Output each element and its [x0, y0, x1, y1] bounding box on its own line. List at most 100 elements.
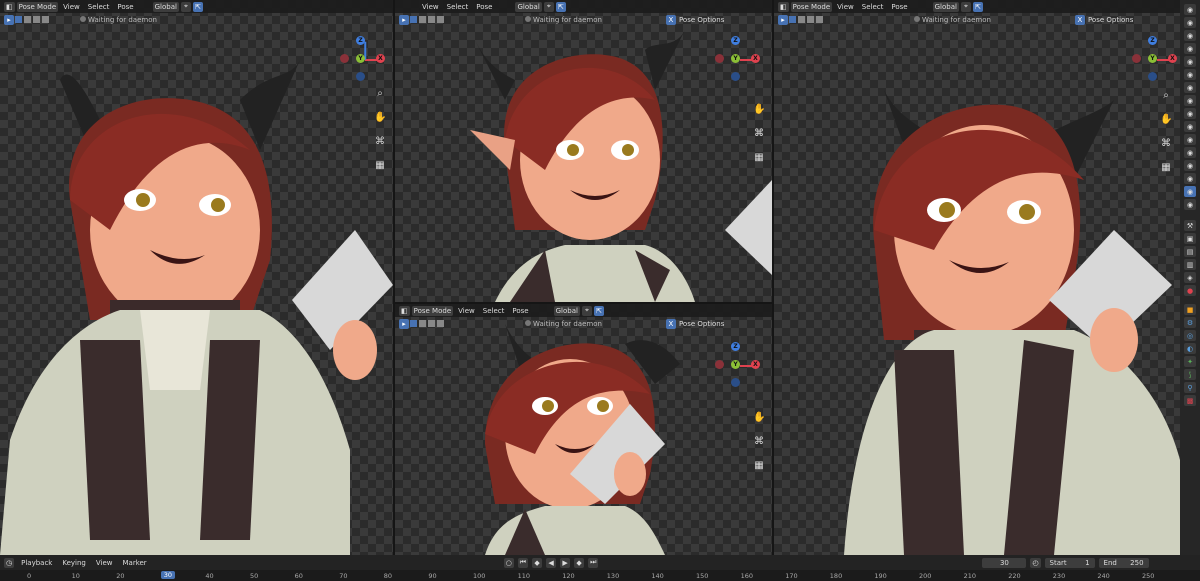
camera-icon[interactable]: ◉: [1184, 134, 1196, 145]
modifier-icon[interactable]: ⚙: [1184, 317, 1196, 328]
frame-ruler[interactable]: 0 10 20 30 40 50 60 70 80 90 100 110 120 130 140 150 160…: [0, 570, 1200, 581]
constraints-icon[interactable]: ✦: [1184, 356, 1196, 367]
select-menu[interactable]: Select: [85, 3, 113, 11]
grid-icon[interactable]: ▦: [753, 152, 765, 164]
snap-icon[interactable]: ⌖: [180, 1, 191, 12]
x-axis-icon[interactable]: X: [1168, 54, 1177, 63]
editor-type-button[interactable]: ◧: [778, 1, 789, 12]
bone-icon[interactable]: ⚲: [1184, 382, 1196, 393]
x-mirror-button[interactable]: X: [1074, 14, 1085, 25]
gizmo-toggle-button[interactable]: ⇱: [593, 305, 604, 316]
viewport-bottom-middle[interactable]: ◧ Pose Mode View Select Pose Global ⌖ ⇱ …: [395, 304, 772, 555]
camera-icon[interactable]: ◉: [1184, 108, 1196, 119]
play-icon[interactable]: ▶: [560, 557, 571, 568]
select-mode-icon[interactable]: [410, 320, 417, 327]
pose-options-dropdown[interactable]: Pose Options: [1085, 16, 1136, 24]
select-tool-icon[interactable]: ▸: [399, 318, 409, 329]
transform-orientation-dropdown[interactable]: Global: [553, 305, 580, 316]
transform-orientation-dropdown[interactable]: Global: [932, 1, 959, 12]
view-layer-icon[interactable]: ▥: [1184, 259, 1196, 270]
magnify-icon[interactable]: ⌕: [1160, 90, 1172, 102]
scene-icon[interactable]: ◈: [1184, 272, 1196, 283]
editor-type-button[interactable]: ◧: [399, 305, 410, 316]
camera-icon[interactable]: ◉: [1184, 69, 1196, 80]
y-axis-icon[interactable]: Y: [1148, 54, 1157, 63]
view-menu[interactable]: View: [419, 3, 442, 11]
z-axis-icon[interactable]: Z: [731, 342, 740, 351]
camera-icon[interactable]: ◉: [1184, 121, 1196, 132]
navigation-gizmo[interactable]: Z Y X: [1132, 34, 1180, 84]
output-icon[interactable]: ▤: [1184, 246, 1196, 257]
marker-menu[interactable]: Marker: [119, 559, 149, 567]
select-mode-icon[interactable]: [15, 16, 22, 23]
select-subtract-icon[interactable]: [807, 16, 814, 23]
select-menu[interactable]: Select: [444, 3, 472, 11]
keying-menu[interactable]: Keying: [59, 559, 89, 567]
playback-menu[interactable]: Playback: [18, 559, 55, 567]
camera-icon[interactable]: ⌘: [753, 128, 765, 140]
render-icon[interactable]: ▣: [1184, 233, 1196, 244]
pose-menu[interactable]: Pose: [888, 3, 910, 11]
world-icon[interactable]: ●: [1184, 285, 1196, 296]
pose-menu[interactable]: Pose: [114, 3, 136, 11]
x-axis-icon[interactable]: X: [376, 54, 385, 63]
grid-icon[interactable]: ▦: [1160, 162, 1172, 174]
camera-icon[interactable]: ◉: [1184, 30, 1196, 41]
snap-icon[interactable]: ⌖: [543, 1, 554, 12]
hand-icon[interactable]: ✋: [1160, 114, 1172, 126]
interaction-mode-dropdown[interactable]: Pose Mode: [16, 1, 59, 12]
hand-icon[interactable]: ✋: [753, 412, 765, 424]
texture-icon[interactable]: ▩: [1184, 395, 1196, 406]
pose-menu[interactable]: Pose: [509, 307, 531, 315]
navigation-gizmo[interactable]: Z Y X: [715, 340, 765, 390]
neg-z-axis-icon[interactable]: [731, 378, 740, 387]
hand-icon[interactable]: ✋: [753, 104, 765, 116]
x-axis-icon[interactable]: X: [751, 360, 760, 369]
x-axis-icon[interactable]: X: [751, 54, 760, 63]
physics-icon[interactable]: ◐: [1184, 343, 1196, 354]
hand-icon[interactable]: ✋: [374, 112, 386, 124]
jump-end-icon[interactable]: ⏭: [588, 557, 599, 568]
interaction-mode-dropdown[interactable]: Pose Mode: [411, 305, 454, 316]
camera-icon[interactable]: ◉: [1184, 95, 1196, 106]
view-menu[interactable]: View: [93, 559, 116, 567]
select-menu[interactable]: Select: [480, 307, 508, 315]
neg-x-axis-icon[interactable]: [1132, 54, 1141, 63]
snap-icon[interactable]: ⌖: [581, 305, 592, 316]
select-menu[interactable]: Select: [859, 3, 887, 11]
select-subtract-icon[interactable]: [33, 16, 40, 23]
viewport-left[interactable]: ◧ Pose Mode View Select Pose Global ⌖ ⇱ …: [0, 0, 393, 555]
gizmo-toggle-button[interactable]: ⇱: [192, 1, 203, 12]
grid-icon[interactable]: ▦: [753, 460, 765, 472]
jump-start-icon[interactable]: ⏮: [517, 557, 529, 568]
camera-icon[interactable]: ⌘: [374, 136, 386, 148]
camera-icon[interactable]: ◉: [1184, 147, 1196, 158]
jump-keyframe-forward-icon[interactable]: ◆: [574, 557, 585, 568]
select-extend-icon[interactable]: [24, 16, 31, 23]
current-frame-field[interactable]: 30: [982, 557, 1027, 568]
viewport-right[interactable]: ◧ Pose Mode View Select Pose Global ⌖ ⇱ …: [774, 0, 1180, 555]
y-axis-icon[interactable]: Y: [356, 54, 365, 63]
camera-icon[interactable]: ◉: [1184, 173, 1196, 184]
x-mirror-button[interactable]: X: [665, 318, 676, 329]
x-mirror-button[interactable]: X: [665, 14, 676, 25]
select-intersect-icon[interactable]: [816, 16, 823, 23]
object-icon[interactable]: ■: [1184, 304, 1196, 315]
select-tool-icon[interactable]: ▸: [778, 14, 788, 25]
tool-icon[interactable]: ⚒: [1184, 220, 1196, 231]
particles-icon[interactable]: ◎: [1184, 330, 1196, 341]
transform-orientation-dropdown[interactable]: Global: [515, 1, 542, 12]
z-axis-icon[interactable]: Z: [1148, 36, 1157, 45]
select-tool-icon[interactable]: ▸: [4, 14, 14, 25]
camera-icon[interactable]: ◉: [1184, 82, 1196, 93]
pose-options-dropdown[interactable]: Pose Options: [676, 16, 727, 24]
neg-z-axis-icon[interactable]: [731, 72, 740, 81]
neg-z-axis-icon[interactable]: [356, 72, 365, 81]
magnify-icon[interactable]: ⌕: [374, 88, 386, 100]
gizmo-toggle-button[interactable]: ⇱: [972, 1, 983, 12]
pose-menu[interactable]: Pose: [473, 3, 495, 11]
select-tool-icon[interactable]: ▸: [399, 14, 409, 25]
view-menu[interactable]: View: [455, 307, 478, 315]
neg-z-axis-icon[interactable]: [1148, 72, 1157, 81]
camera-icon[interactable]: ⌘: [753, 436, 765, 448]
